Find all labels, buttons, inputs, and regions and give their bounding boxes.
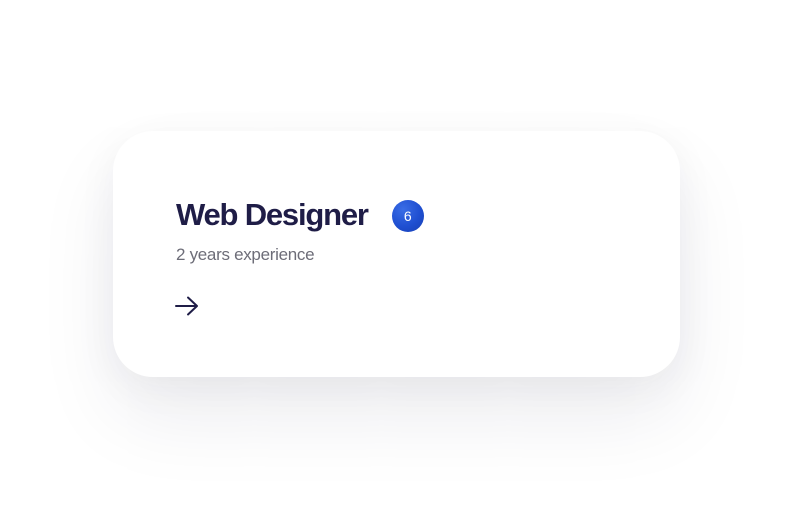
arrow-right-icon-svg bbox=[175, 296, 198, 316]
page: Web Designer 6 2 years experience bbox=[0, 0, 792, 530]
title-row: Web Designer 6 bbox=[176, 197, 424, 233]
arrow-right-icon[interactable] bbox=[174, 295, 200, 317]
job-card[interactable]: Web Designer 6 2 years experience bbox=[113, 131, 680, 377]
count-badge: 6 bbox=[391, 200, 424, 232]
experience-text: 2 years experience bbox=[176, 245, 315, 264]
job-title: Web Designer bbox=[176, 197, 369, 232]
